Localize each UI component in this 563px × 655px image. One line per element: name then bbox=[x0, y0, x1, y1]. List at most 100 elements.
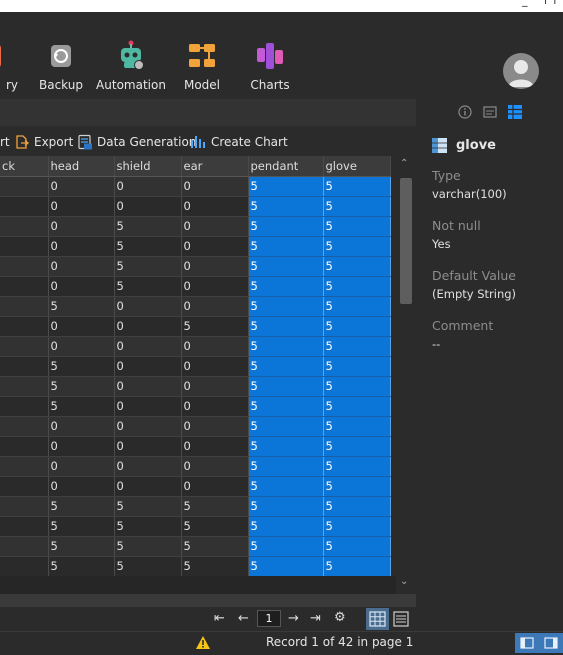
table-cell[interactable]: 0 bbox=[181, 376, 249, 397]
table-cell[interactable] bbox=[0, 436, 49, 457]
table-cell[interactable]: 0 bbox=[181, 336, 249, 357]
grid-view-icon[interactable] bbox=[366, 608, 389, 630]
table-cell[interactable]: 5 bbox=[181, 556, 249, 576]
table-cell[interactable]: 5 bbox=[323, 416, 391, 437]
table-cell[interactable]: 5 bbox=[248, 296, 324, 317]
table-cell[interactable]: 5 bbox=[248, 256, 324, 277]
table-row[interactable]: 50055 bbox=[0, 396, 391, 417]
create-chart-icon[interactable] bbox=[190, 134, 206, 150]
table-cell[interactable]: 5 bbox=[114, 276, 182, 297]
table-cell[interactable]: 5 bbox=[323, 436, 391, 457]
table-cell[interactable]: 5 bbox=[114, 516, 182, 537]
table-cell[interactable]: 0 bbox=[114, 376, 182, 397]
table-cell[interactable]: 5 bbox=[323, 496, 391, 517]
table-cell[interactable]: 5 bbox=[48, 556, 115, 576]
table-cell[interactable]: 5 bbox=[48, 396, 115, 417]
table-row[interactable]: 05055 bbox=[0, 236, 391, 257]
table-cell[interactable] bbox=[0, 336, 49, 357]
toolbar-history-button[interactable]: ry bbox=[0, 40, 18, 96]
table-cell[interactable]: 0 bbox=[181, 456, 249, 477]
user-avatar[interactable] bbox=[503, 53, 539, 89]
table-cell[interactable]: 0 bbox=[181, 416, 249, 437]
table-cell[interactable]: 5 bbox=[323, 276, 391, 297]
table-cell[interactable]: 0 bbox=[181, 396, 249, 417]
column-header[interactable]: shield bbox=[114, 156, 182, 177]
table-cell[interactable]: 0 bbox=[114, 336, 182, 357]
table-cell[interactable] bbox=[0, 256, 49, 277]
table-cell[interactable]: 0 bbox=[48, 256, 115, 277]
table-cell[interactable]: 5 bbox=[48, 356, 115, 377]
table-cell[interactable]: 0 bbox=[48, 176, 115, 197]
table-cell[interactable]: 0 bbox=[48, 436, 115, 457]
table-row[interactable]: 50055 bbox=[0, 356, 391, 377]
toolbar-backup-button[interactable]: Backup bbox=[38, 40, 84, 96]
table-cell[interactable]: 5 bbox=[48, 536, 115, 557]
table-cell[interactable]: 5 bbox=[181, 516, 249, 537]
table-cell[interactable]: 0 bbox=[48, 416, 115, 437]
table-cell[interactable] bbox=[0, 216, 49, 237]
table-cell[interactable]: 5 bbox=[114, 216, 182, 237]
table-cell[interactable]: 5 bbox=[48, 516, 115, 537]
table-row[interactable]: 50055 bbox=[0, 376, 391, 397]
table-cell[interactable]: 5 bbox=[248, 516, 324, 537]
table-cell[interactable]: 5 bbox=[114, 556, 182, 576]
table-cell[interactable]: 5 bbox=[248, 556, 324, 576]
table-cell[interactable]: 5 bbox=[323, 236, 391, 257]
scroll-down-icon[interactable]: ⌄ bbox=[400, 576, 408, 587]
table-cell[interactable]: 5 bbox=[323, 396, 391, 417]
table-cell[interactable]: 0 bbox=[114, 356, 182, 377]
table-row[interactable]: 55555 bbox=[0, 516, 391, 537]
table-cell[interactable]: 5 bbox=[323, 336, 391, 357]
table-cell[interactable]: 0 bbox=[181, 256, 249, 277]
table-cell[interactable] bbox=[0, 276, 49, 297]
table-cell[interactable]: 5 bbox=[181, 496, 249, 517]
table-cell[interactable]: 5 bbox=[248, 416, 324, 437]
ddl-icon[interactable] bbox=[483, 105, 497, 119]
table-cell[interactable]: 0 bbox=[114, 436, 182, 457]
table-cell[interactable]: 0 bbox=[48, 216, 115, 237]
table-cell[interactable]: 0 bbox=[181, 476, 249, 497]
info-icon[interactable] bbox=[458, 105, 472, 119]
page-number-input[interactable]: 1 bbox=[257, 610, 281, 627]
table-cell[interactable]: 5 bbox=[248, 176, 324, 197]
table-cell[interactable]: 0 bbox=[181, 296, 249, 317]
table-row[interactable]: 00555 bbox=[0, 316, 391, 337]
table-cell[interactable]: 5 bbox=[248, 456, 324, 477]
table-cell[interactable]: 0 bbox=[48, 276, 115, 297]
table-cell[interactable]: 5 bbox=[181, 536, 249, 557]
table-row[interactable]: 00055 bbox=[0, 196, 391, 217]
table-row[interactable]: 55555 bbox=[0, 536, 391, 557]
column-header[interactable]: head bbox=[48, 156, 115, 177]
table-cell[interactable]: 5 bbox=[248, 496, 324, 517]
table-cell[interactable]: 0 bbox=[181, 176, 249, 197]
table-cell[interactable]: 5 bbox=[248, 396, 324, 417]
table-cell[interactable]: 0 bbox=[181, 236, 249, 257]
table-cell[interactable]: 5 bbox=[248, 436, 324, 457]
table-row[interactable]: 00055 bbox=[0, 336, 391, 357]
vertical-scroll-thumb[interactable] bbox=[400, 178, 412, 304]
column-header[interactable]: glove bbox=[323, 156, 391, 177]
table-row[interactable]: 55555 bbox=[0, 556, 391, 576]
table-cell[interactable]: 5 bbox=[248, 196, 324, 217]
table-cell[interactable]: 0 bbox=[181, 196, 249, 217]
table-cell[interactable]: 0 bbox=[114, 396, 182, 417]
table-row[interactable]: 05055 bbox=[0, 276, 391, 297]
table-cell[interactable]: 0 bbox=[181, 356, 249, 377]
table-cell[interactable]: 0 bbox=[48, 236, 115, 257]
table-cell[interactable]: 5 bbox=[323, 376, 391, 397]
export-icon[interactable] bbox=[14, 134, 30, 150]
table-cell[interactable]: 5 bbox=[48, 496, 115, 517]
table-cell[interactable] bbox=[0, 356, 49, 377]
table-cell[interactable]: 0 bbox=[48, 316, 115, 337]
table-cell[interactable]: 5 bbox=[323, 516, 391, 537]
import-button-label[interactable]: rt bbox=[0, 135, 10, 149]
table-row[interactable]: 55555 bbox=[0, 496, 391, 517]
table-cell[interactable] bbox=[0, 296, 49, 317]
table-cell[interactable] bbox=[0, 376, 49, 397]
table-cell[interactable]: 0 bbox=[114, 416, 182, 437]
table-cell[interactable] bbox=[0, 496, 49, 517]
previous-page-icon[interactable]: ← bbox=[238, 611, 249, 626]
table-cell[interactable] bbox=[0, 196, 49, 217]
table-cell[interactable]: 5 bbox=[248, 276, 324, 297]
table-cell[interactable]: 5 bbox=[323, 356, 391, 377]
